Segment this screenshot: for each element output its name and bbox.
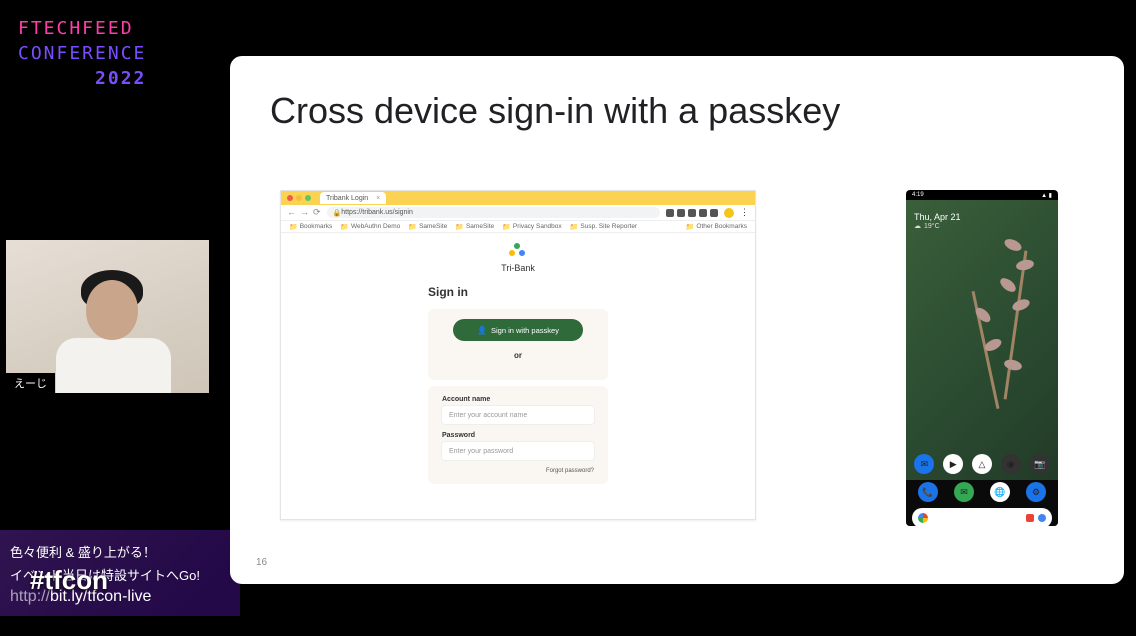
lens-icon[interactable]	[1038, 514, 1046, 522]
app-icon-playstore[interactable]: ▶	[943, 454, 963, 474]
dock-app-settings[interactable]: ⚙	[1026, 482, 1046, 502]
tribank-logo-icon	[509, 243, 527, 261]
phone-statusbar: 4:19 ▲ ▮	[906, 190, 1058, 200]
kebab-menu-icon[interactable]: ⋮	[740, 207, 749, 218]
forgot-password-link[interactable]: Forgot password?	[442, 468, 594, 474]
conference-logo: FTECHFEED CONFERENCE 2022	[18, 16, 146, 92]
phone-homescreen[interactable]: Thu, Apr 21 19°C ✉ ▶ △ ◉ 📷	[906, 200, 1058, 480]
logo-year: 2022	[18, 66, 146, 91]
app-row: ✉ ▶ △ ◉ 📷	[906, 452, 1058, 476]
android-phone: 4:19 ▲ ▮ Thu, Apr 21 19°C ✉ ▶ △	[906, 190, 1058, 526]
slide-number: 16	[256, 557, 267, 568]
app-icon-photos[interactable]: ◉	[1001, 454, 1021, 474]
or-separator: or	[442, 351, 594, 360]
mic-icon[interactable]	[1026, 514, 1034, 522]
browser-tab[interactable]: Tribank Login	[320, 192, 386, 204]
wallpaper-plant	[954, 210, 1054, 410]
bookmark-item[interactable]: Bookmarks	[289, 223, 332, 231]
dock-app-chrome[interactable]: 🌐	[990, 482, 1010, 502]
slide-title: Cross device sign-in with a passkey	[270, 90, 1084, 132]
google-logo-icon	[918, 513, 928, 523]
password-label: Password	[442, 432, 594, 439]
account-input[interactable]: Enter your account name	[442, 406, 594, 424]
other-bookmarks[interactable]: Other Bookmarks	[686, 223, 747, 231]
window-minimize-icon[interactable]	[296, 195, 302, 201]
logo-line-1: FTECHFEED	[18, 16, 146, 41]
account-label: Account name	[442, 396, 594, 403]
signin-heading: Sign in	[428, 285, 608, 299]
profile-avatar-icon[interactable]	[724, 208, 734, 218]
url-input[interactable]: 🔒 https://tribank.us/signin	[327, 207, 660, 218]
app-icon-drive[interactable]: △	[972, 454, 992, 474]
forward-icon[interactable]: →	[300, 207, 309, 218]
speaker-name-label: えーじ	[6, 373, 55, 393]
back-icon[interactable]: ←	[287, 207, 296, 218]
app-icon-messages[interactable]: ✉	[914, 454, 934, 474]
logo-line-2: CONFERENCE	[18, 41, 146, 66]
reload-icon[interactable]: ⟳	[313, 207, 321, 218]
presentation-slide: Cross device sign-in with a passkey 16 T…	[230, 56, 1124, 584]
bookmark-item[interactable]: WebAuthn Demo	[340, 223, 400, 231]
bookmarks-bar: Bookmarks WebAuthn Demo SameSite SameSit…	[281, 221, 755, 233]
page-content: Tri-Bank Sign in Sign in with passkey or…	[281, 233, 755, 490]
dock-app-messages[interactable]: ✉	[954, 482, 974, 502]
bookmark-item[interactable]: SameSite	[455, 223, 494, 231]
status-icons: ▲ ▮	[1041, 192, 1052, 199]
speaker-webcam: えーじ	[6, 240, 209, 393]
google-search-bar[interactable]	[912, 508, 1052, 526]
browser-tabstrip: Tribank Login	[281, 191, 755, 205]
phone-time: 4:19	[912, 192, 924, 198]
lock-icon: 🔒	[333, 209, 342, 217]
brand-name: Tri-Bank	[501, 263, 535, 273]
window-close-icon[interactable]	[287, 195, 293, 201]
dock-app-phone[interactable]: 📞	[918, 482, 938, 502]
phone-dock: 📞 ✉ 🌐 ⚙	[906, 480, 1058, 526]
browser-addressbar: ← → ⟳ 🔒 https://tribank.us/signin ⋮	[281, 205, 755, 221]
bookmark-item[interactable]: SameSite	[408, 223, 447, 231]
bookmark-item[interactable]: Privacy Sandbox	[502, 223, 562, 231]
signin-passkey-button[interactable]: Sign in with passkey	[453, 319, 583, 341]
app-icon-camera[interactable]: 📷	[1030, 454, 1050, 474]
bookmark-item[interactable]: Susp. Site Reporter	[570, 223, 637, 231]
window-maximize-icon[interactable]	[305, 195, 311, 201]
browser-window: Tribank Login ← → ⟳ 🔒 https://tribank.us…	[280, 190, 756, 520]
promo-line-1: 色々便利 & 盛り上がる！	[10, 542, 230, 561]
hashtag: #tfcon	[30, 565, 108, 596]
extension-icons[interactable]	[666, 209, 718, 217]
password-input[interactable]: Enter your password	[442, 442, 594, 460]
